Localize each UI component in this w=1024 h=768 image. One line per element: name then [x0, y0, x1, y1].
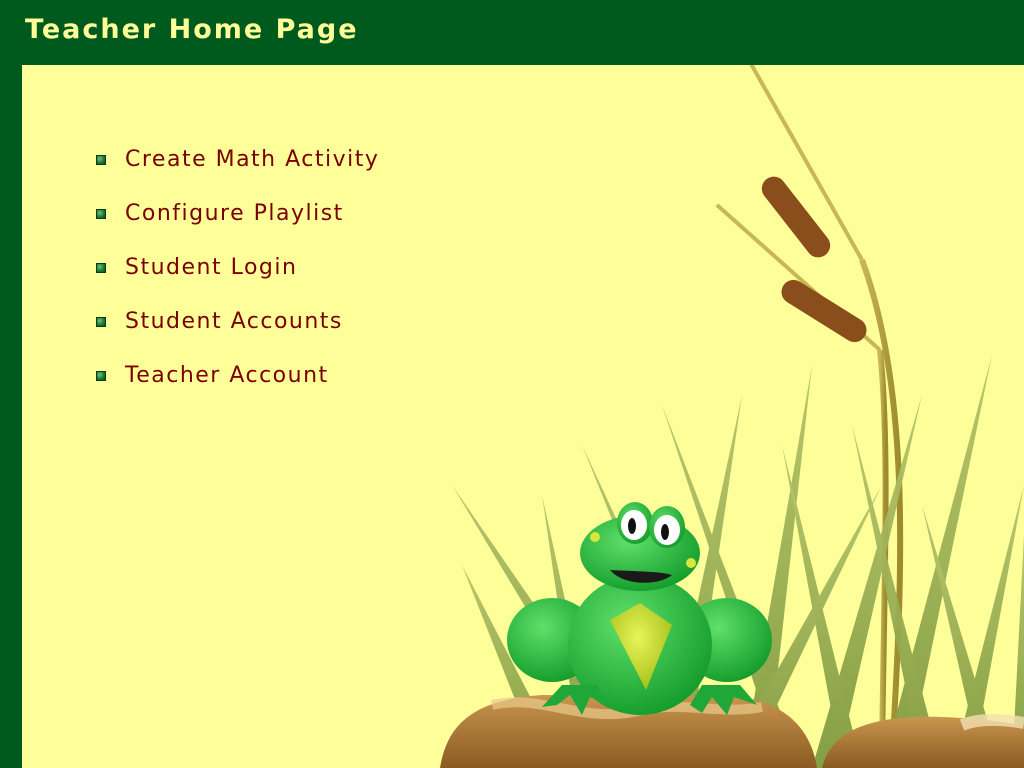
frog-icon — [507, 502, 772, 715]
rock-icon — [440, 695, 1024, 768]
teacher-home-page: Teacher Home Page Create Math Activity C… — [0, 0, 1024, 768]
bullet-icon — [96, 155, 106, 165]
menu-item-teacher-account[interactable]: Teacher Account — [96, 363, 379, 417]
menu-item-label[interactable]: Student Accounts — [125, 309, 343, 335]
menu-item-student-login[interactable]: Student Login — [96, 255, 379, 309]
menu-item-create-math-activity[interactable]: Create Math Activity — [96, 147, 379, 201]
bullet-icon — [96, 263, 106, 273]
menu-item-configure-playlist[interactable]: Configure Playlist — [96, 201, 379, 255]
menu-item-student-accounts[interactable]: Student Accounts — [96, 309, 379, 363]
menu-item-label[interactable]: Teacher Account — [125, 363, 329, 389]
menu-item-label[interactable]: Student Login — [125, 255, 297, 281]
header-bar: Teacher Home Page — [0, 0, 1024, 65]
content-panel: Create Math Activity Configure Playlist … — [22, 65, 1024, 768]
bullet-icon — [96, 317, 106, 327]
teacher-menu: Create Math Activity Configure Playlist … — [96, 147, 379, 417]
menu-item-label[interactable]: Configure Playlist — [125, 201, 344, 227]
page-title: Teacher Home Page — [25, 14, 359, 45]
bullet-icon — [96, 371, 106, 381]
menu-item-label[interactable]: Create Math Activity — [125, 147, 379, 173]
bullet-icon — [96, 209, 106, 219]
